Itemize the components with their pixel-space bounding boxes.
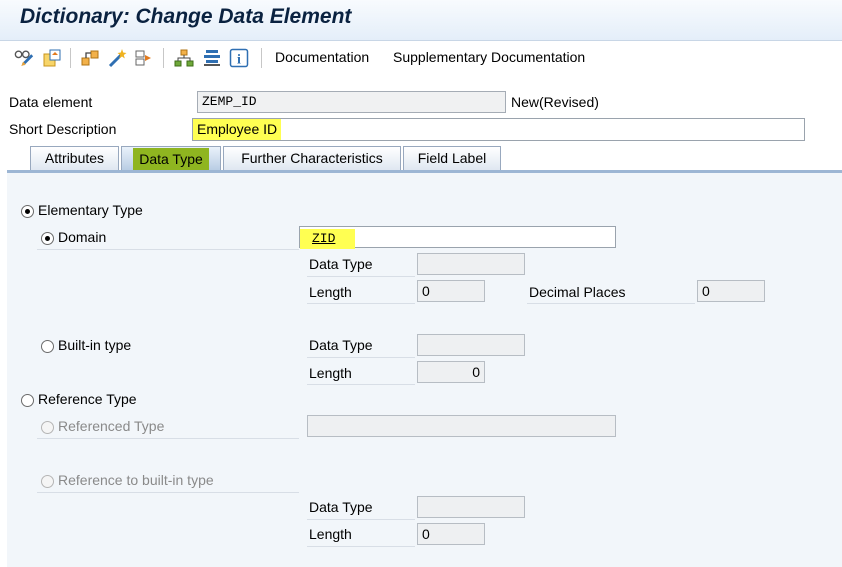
row-separator [37,492,299,493]
object-list-icon[interactable] [134,47,154,69]
ref-length-label: Length [309,526,352,542]
row-separator [527,303,695,304]
info-icon[interactable]: i [229,47,249,69]
data-element-field: ZEMP_ID [197,91,506,113]
ref-length-field: 0 [417,523,485,545]
hierarchy-icon[interactable] [174,47,194,69]
decimal-places-label: Decimal Places [529,284,626,300]
built-in-type-label: Built-in type [58,337,132,353]
domain-radio[interactable] [41,232,54,245]
magic-wand-icon[interactable] [107,47,127,69]
tab-further-characteristics[interactable]: Further Characteristics [223,146,401,170]
row-separator [307,546,415,547]
tab-attributes-label: Attributes [44,150,105,166]
referenced-type-radio [41,421,54,434]
reference-type-radio[interactable] [21,394,34,407]
length-field: 0 [417,280,485,302]
row-separator [307,357,415,358]
activate-icon[interactable] [42,47,62,69]
reference-built-in-label: Reference to built-in type [58,472,214,488]
data-type-field [417,253,525,275]
built-in-data-type-field [417,334,525,356]
length-label: Length [309,284,352,300]
ref-data-type-field [417,496,525,518]
row-separator [37,438,299,439]
domain-value: ZID [300,229,356,249]
tab-attributes[interactable]: Attributes [30,146,119,170]
short-description-value: Employee ID [193,119,282,140]
built-in-type-radio[interactable] [41,340,54,353]
window-title: Dictionary: Change Data Element [20,5,352,28]
toolbar-separator [261,48,262,68]
stack-icon[interactable] [202,47,222,69]
data-type-label: Data Type [309,256,373,272]
row-separator [307,519,415,520]
domain-label: Domain [58,229,107,245]
row-separator [307,303,415,304]
supplementary-documentation-button[interactable]: Supplementary Documentation [393,49,585,65]
row-separator [307,276,415,277]
built-in-length-field: 0 [417,361,485,383]
status-text: New(Revised) [511,94,599,110]
decimal-places-field: 0 [697,280,765,302]
tab-data-type-label: Data Type [133,147,209,170]
tab-field-label-label: Field Label [417,150,487,166]
referenced-type-label: Referenced Type [58,418,165,434]
referenced-type-field [307,415,616,437]
row-separator [37,249,299,250]
built-in-data-type-label: Data Type [309,337,373,353]
data-element-label: Data element [9,94,93,110]
display-change-icon[interactable] [14,47,34,69]
documentation-button[interactable]: Documentation [275,49,369,65]
row-separator [307,384,415,385]
short-description-label: Short Description [9,121,117,137]
ref-data-type-label: Data Type [309,499,373,515]
domain-input[interactable]: ZID [299,226,616,249]
elementary-type-radio[interactable] [21,205,34,218]
svg-text:i: i [237,53,241,68]
tab-field-label[interactable]: Field Label [403,146,501,170]
tab-further-characteristics-label: Further Characteristics [241,150,383,166]
short-description-field[interactable]: Employee ID [192,118,805,141]
elementary-type-label: Elementary Type [38,202,143,218]
toolbar-separator [70,48,71,68]
where-used-icon[interactable] [80,47,100,69]
built-in-length-label: Length [309,365,352,381]
tab-data-type[interactable]: Data Type [121,146,221,170]
reference-type-label: Reference Type [38,391,137,407]
reference-built-in-radio [41,475,54,488]
toolbar-separator [163,48,164,68]
